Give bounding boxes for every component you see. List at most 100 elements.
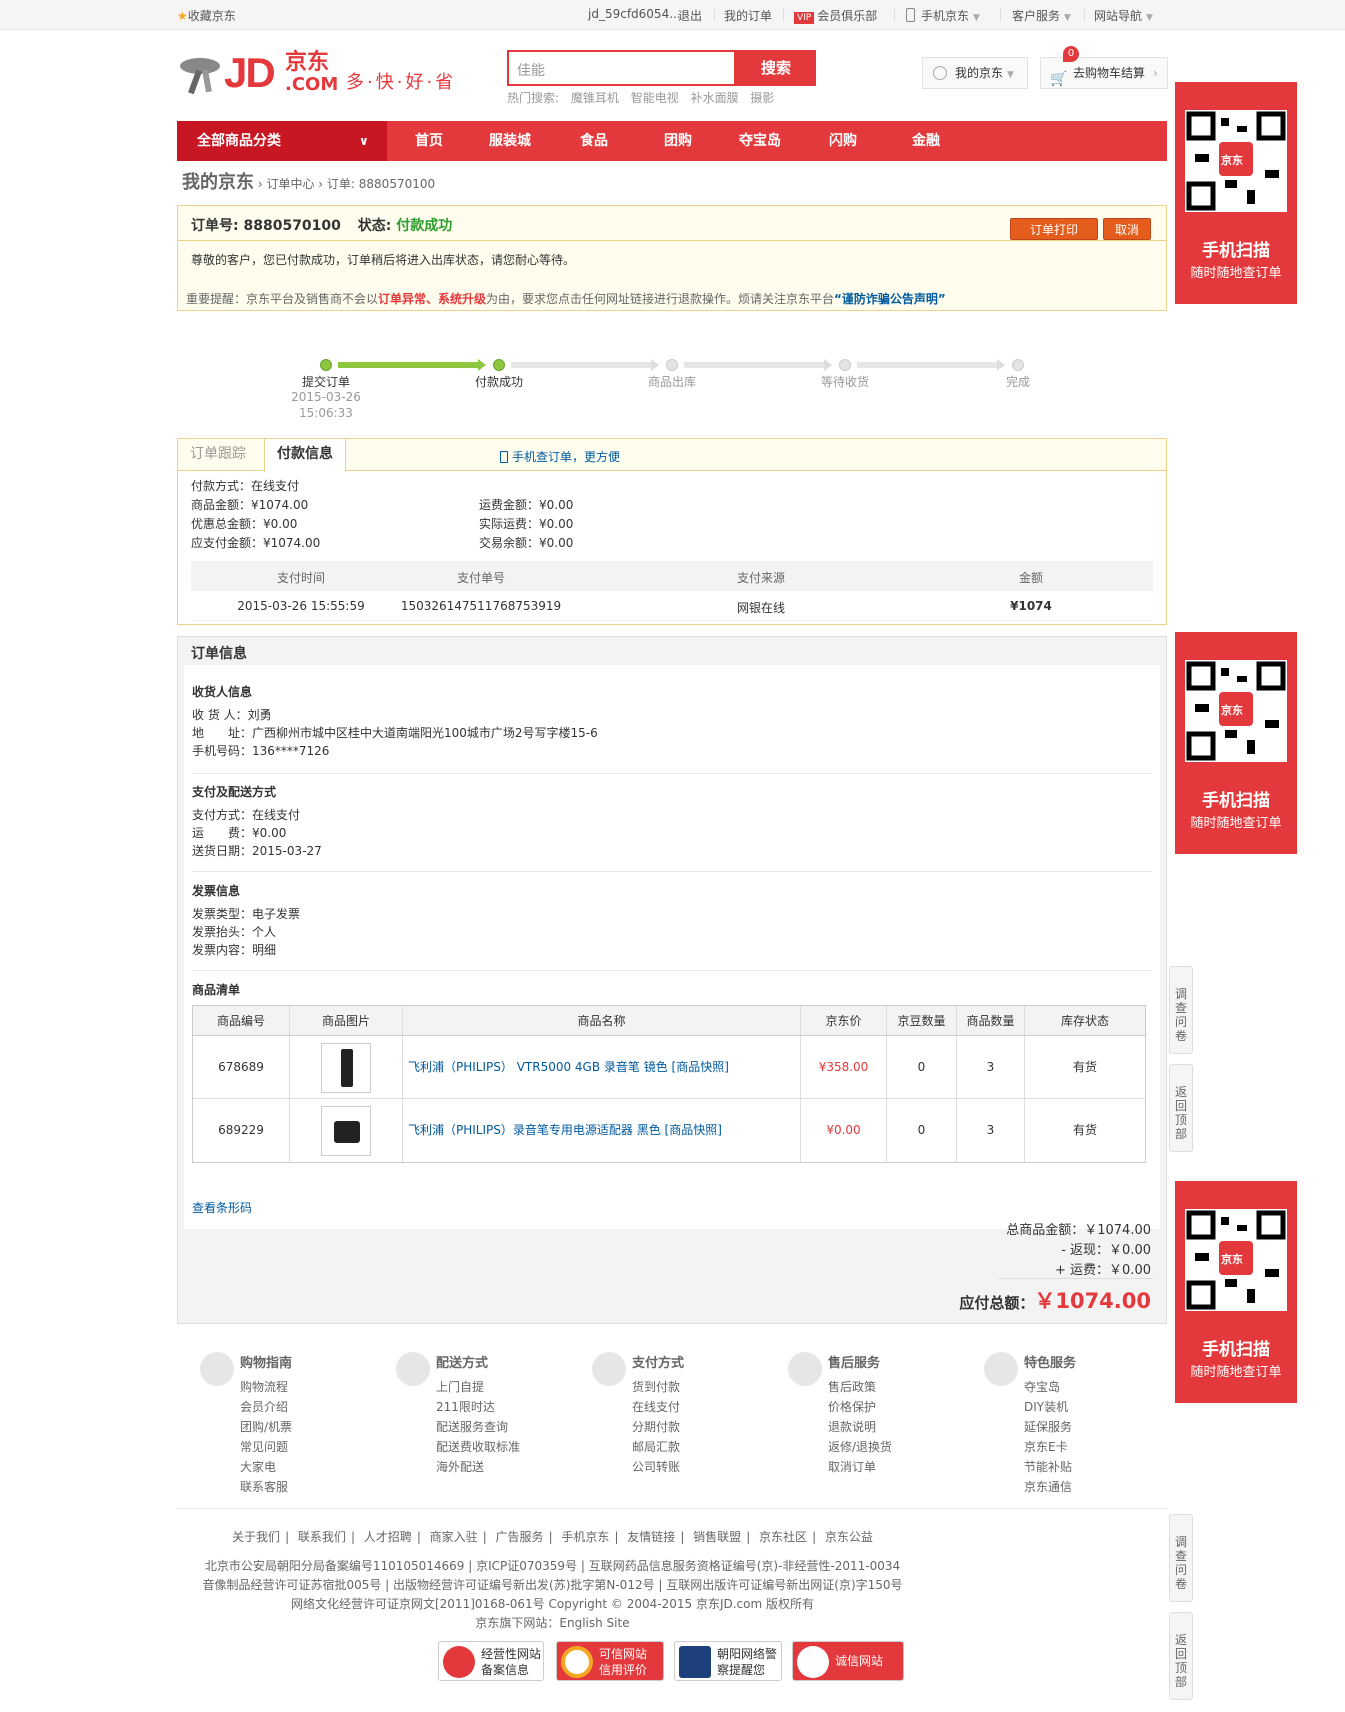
footer-link[interactable]: 取消订单 [828, 1458, 876, 1475]
footer-link[interactable]: 联系客服 [240, 1478, 288, 1495]
footer-link[interactable]: 分期付款 [632, 1418, 680, 1435]
footer-link[interactable]: 海外配送 [436, 1458, 484, 1475]
my-orders-link[interactable]: 我的订单 [724, 7, 772, 24]
footer-link[interactable]: 夺宝岛 [1024, 1378, 1060, 1395]
footer-link[interactable]: 在线支付 [632, 1398, 680, 1415]
footer-link[interactable]: 商家入驻 [430, 1530, 478, 1544]
badge-trusted[interactable]: 可信网站 信用评价 [556, 1641, 664, 1681]
search-button[interactable]: 搜索 [736, 50, 816, 86]
footer-link[interactable]: 团购/机票 [240, 1418, 292, 1435]
footer-link[interactable]: 关于我们 [232, 1530, 280, 1544]
footer-link[interactable]: 上门自提 [436, 1378, 484, 1395]
hot-term[interactable]: 智能电视 [631, 91, 679, 105]
order-message: 尊敬的客户，您已付款成功，订单稍后将进入出库状态，请您耐心等待。 [191, 253, 576, 267]
footer-link[interactable]: 大家电 [240, 1458, 276, 1475]
side-qr-panel[interactable]: 京东 手机扫描 随时随地查订单 [1175, 1181, 1297, 1403]
customer-service-link[interactable]: 客户服务 ▼ [1012, 7, 1071, 24]
side-qr-panel[interactable]: 京东 手机扫描 随时随地查订单 [1175, 82, 1297, 304]
footer-link[interactable]: 京东E卡 [1024, 1438, 1068, 1455]
anti-fraud-link[interactable]: “谨防诈骗公告声明” [834, 292, 946, 306]
nav-item-clothing[interactable]: 服装城 [489, 121, 531, 161]
footer-col-title: 购物指南 [240, 1356, 293, 1371]
survey-button[interactable]: 调查问卷 [1169, 1514, 1193, 1602]
goods-name-link[interactable]: 飞利浦（PHILIPS）录音笔专用电源适配器 黑色 [商品快照] [403, 1099, 801, 1162]
hot-term[interactable]: 摄影 [750, 91, 774, 105]
recorder-image[interactable] [321, 1042, 371, 1093]
footer-link[interactable]: 会员介绍 [240, 1398, 288, 1415]
badge-integrity[interactable]: 诚信网站 [792, 1641, 904, 1681]
footer-link[interactable]: 京东公益 [825, 1530, 873, 1544]
breadcrumb-my-jd[interactable]: 我的京东 [182, 172, 254, 193]
tab-payment-info[interactable]: 付款信息 [264, 439, 346, 472]
breadcrumb-order-center[interactable]: 订单中心 [266, 177, 314, 191]
footer-link[interactable]: 配送服务查询 [436, 1418, 508, 1435]
logout-link[interactable]: 退出 [678, 7, 702, 24]
hot-term[interactable]: 魔锥耳机 [571, 91, 619, 105]
footer-link[interactable]: 退款说明 [828, 1418, 876, 1435]
mobile-jd-link[interactable]: 手机京东 ▼ [906, 7, 980, 24]
footer-link[interactable]: 销售联盟 [693, 1530, 741, 1544]
wrench-icon [984, 1352, 1018, 1386]
all-categories-label: 全部商品分类 [197, 133, 281, 149]
receiver-address: 地 址：广西柳州市城中区桂中大道南端阳光100城市广场2号写字楼15-6 [192, 726, 598, 740]
print-order-button[interactable]: 订单打印 [1010, 218, 1098, 240]
nav-item-flash[interactable]: 闪购 [829, 121, 857, 161]
cart-button[interactable]: 🛒 去购物车结算 › [1040, 57, 1168, 89]
footer-link[interactable]: 广告服务 [496, 1530, 544, 1544]
footer-link[interactable]: 公司转账 [632, 1458, 680, 1475]
goods-id: 689229 [193, 1099, 290, 1162]
barcode-link[interactable]: 查看条形码 [192, 1199, 252, 1216]
username[interactable]: jd_59cfd6054... [588, 7, 681, 21]
goods-image-cell [290, 1036, 403, 1098]
side-qr-panel[interactable]: 京东 手机扫描 随时随地查订单 [1175, 632, 1297, 854]
footer-link[interactable]: 节能补贴 [1024, 1458, 1072, 1475]
footer-link[interactable]: 手机京东 [561, 1530, 609, 1544]
hot-term[interactable]: 补水面膜 [691, 91, 739, 105]
footer-link[interactable]: DIY装机 [1024, 1398, 1068, 1415]
badge-police[interactable]: 朝阳网络警 察提醒您 [674, 1641, 782, 1681]
adapter-image[interactable] [321, 1105, 371, 1156]
vip-club-link[interactable]: VIP 会员俱乐部 [794, 7, 877, 24]
back-to-top-button[interactable]: 返回顶部 [1169, 1064, 1193, 1152]
nav-item-finance[interactable]: 金融 [912, 121, 940, 161]
goods-qty: 3 [957, 1099, 1025, 1162]
footer-link[interactable]: 购物流程 [240, 1378, 288, 1395]
nav-item-food[interactable]: 食品 [580, 121, 608, 161]
my-jd-button[interactable]: 我的京东 ▼ [922, 57, 1028, 89]
site-nav-link[interactable]: 网站导航 ▼ [1094, 7, 1153, 24]
footer-link[interactable]: 售后政策 [828, 1378, 876, 1395]
footer-link[interactable]: 配送费收取标准 [436, 1438, 520, 1455]
mobile-check-link[interactable]: 手机查订单，更方便 [500, 448, 620, 465]
goods-name-link[interactable]: 飞利浦（PHILIPS） VTR5000 4GB 录音笔 镜色 [商品快照] [403, 1036, 801, 1098]
qr-badge: 京东 [1221, 154, 1243, 167]
footer-link[interactable]: 京东通信 [1024, 1478, 1072, 1495]
footer-link[interactable]: 邮局汇款 [632, 1438, 680, 1455]
footer-link[interactable]: 人才招聘 [364, 1530, 412, 1544]
footer-link[interactable]: 返修/退换货 [828, 1438, 892, 1455]
col-header: 京豆数量 [887, 1006, 957, 1035]
search-input[interactable]: 佳能 [507, 50, 736, 86]
footer-link[interactable]: 联系我们 [298, 1530, 346, 1544]
favorite-link[interactable]: ★收藏京东 [177, 7, 236, 24]
payment-info-panel: 订单跟踪 付款信息 手机查订单，更方便 付款方式：在线支付 商品金额：¥1074… [177, 438, 1167, 625]
footer-link[interactable]: 货到付款 [632, 1378, 680, 1395]
badge-filing[interactable]: 经营性网站 备案信息 [438, 1641, 544, 1681]
survey-button[interactable]: 调查问卷 [1169, 966, 1193, 1054]
nav-item-groupbuy[interactable]: 团购 [664, 121, 692, 161]
nav-item-home[interactable]: 首页 [415, 121, 443, 161]
goods-stock: 有货 [1072, 1060, 1097, 1074]
nav-item-treasure[interactable]: 夺宝岛 [739, 121, 781, 161]
footer-link[interactable]: 211限时达 [436, 1398, 495, 1415]
all-categories-menu[interactable]: 全部商品分类 ∨ [177, 121, 387, 161]
footer-link[interactable]: 价格保护 [828, 1398, 876, 1415]
footer-link[interactable]: 友情链接 [627, 1530, 675, 1544]
footer-link[interactable]: 京东社区 [759, 1530, 807, 1544]
divider [1000, 9, 1001, 21]
cancel-order-button[interactable]: 取消 [1103, 218, 1151, 240]
payment-table-header: 支付时间 支付单号 支付来源 金额 [191, 561, 1153, 591]
footer-link[interactable]: 延保服务 [1024, 1418, 1072, 1435]
payable-total: 应付总额：￥1074.00 [959, 1285, 1151, 1315]
footer-link[interactable]: 常见问题 [240, 1438, 288, 1455]
tab-order-tracking[interactable]: 订单跟踪 [178, 439, 258, 471]
back-to-top-button[interactable]: 返回顶部 [1169, 1612, 1193, 1700]
